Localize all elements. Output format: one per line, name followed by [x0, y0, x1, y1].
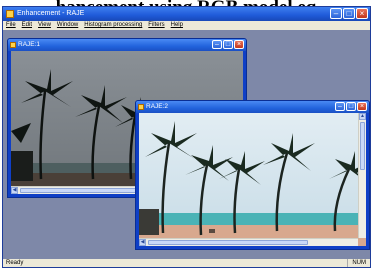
- status-bar: Ready NUM: [3, 259, 370, 267]
- menu-file[interactable]: File: [3, 21, 19, 30]
- image-window-2-title-bar[interactable]: RAJE:2 – □ ×: [136, 101, 369, 113]
- mdi-workspace: RAJE:1 – □ × ◀ RAJE:2 – □ × ▲ ◀: [3, 30, 370, 261]
- menu-bar: File Edit View Window Histogram processing Fi…: [3, 21, 370, 30]
- scroll-left-icon[interactable]: ◀: [11, 187, 18, 194]
- image-window-2-client: ▲ ◀: [139, 113, 366, 246]
- menu-filters[interactable]: Filters: [145, 21, 167, 30]
- menu-histogram-processing[interactable]: Histogram processing: [81, 21, 145, 30]
- vertical-scrollbar[interactable]: ▲: [358, 113, 366, 238]
- scroll-left-icon[interactable]: ◀: [139, 239, 146, 246]
- document-icon: [138, 104, 144, 110]
- minimize-button[interactable]: –: [335, 102, 345, 111]
- close-button[interactable]: ×: [357, 102, 367, 111]
- image-window-2[interactable]: RAJE:2 – □ × ▲ ◀: [135, 100, 370, 250]
- num-lock-indicator: NUM: [347, 259, 366, 267]
- menu-view[interactable]: View: [35, 21, 54, 30]
- scroll-thumb[interactable]: [20, 188, 140, 193]
- image-window-2-title: RAJE:2: [146, 103, 169, 110]
- app-icon: [6, 10, 14, 18]
- menu-edit[interactable]: Edit: [19, 21, 35, 30]
- scroll-thumb[interactable]: [148, 240, 308, 245]
- app-window: Enhancement - RAJE – □ × File Edit View Win…: [2, 6, 371, 268]
- close-button[interactable]: ×: [234, 40, 244, 49]
- menu-help[interactable]: Help: [168, 21, 186, 30]
- status-text: Ready: [6, 260, 24, 266]
- menu-window[interactable]: Window: [54, 21, 81, 30]
- app-title-bar[interactable]: Enhancement - RAJE – □ ×: [3, 7, 370, 21]
- maximize-button[interactable]: □: [346, 102, 356, 111]
- beach-image-enhanced: [139, 113, 366, 246]
- document-icon: [10, 42, 16, 48]
- image-window-1-title: RAJE:1: [18, 41, 41, 48]
- image-window-1-title-bar[interactable]: RAJE:1 – □ ×: [8, 39, 246, 51]
- horizontal-scrollbar[interactable]: ◀: [139, 238, 358, 246]
- close-button[interactable]: ×: [356, 8, 368, 19]
- scroll-thumb[interactable]: [360, 122, 365, 170]
- app-title: Enhancement - RAJE: [17, 10, 85, 17]
- minimize-button[interactable]: –: [330, 8, 342, 19]
- maximize-button[interactable]: □: [223, 40, 233, 49]
- minimize-button[interactable]: –: [212, 40, 222, 49]
- maximize-button[interactable]: □: [343, 8, 355, 19]
- scroll-up-icon[interactable]: ▲: [359, 113, 366, 120]
